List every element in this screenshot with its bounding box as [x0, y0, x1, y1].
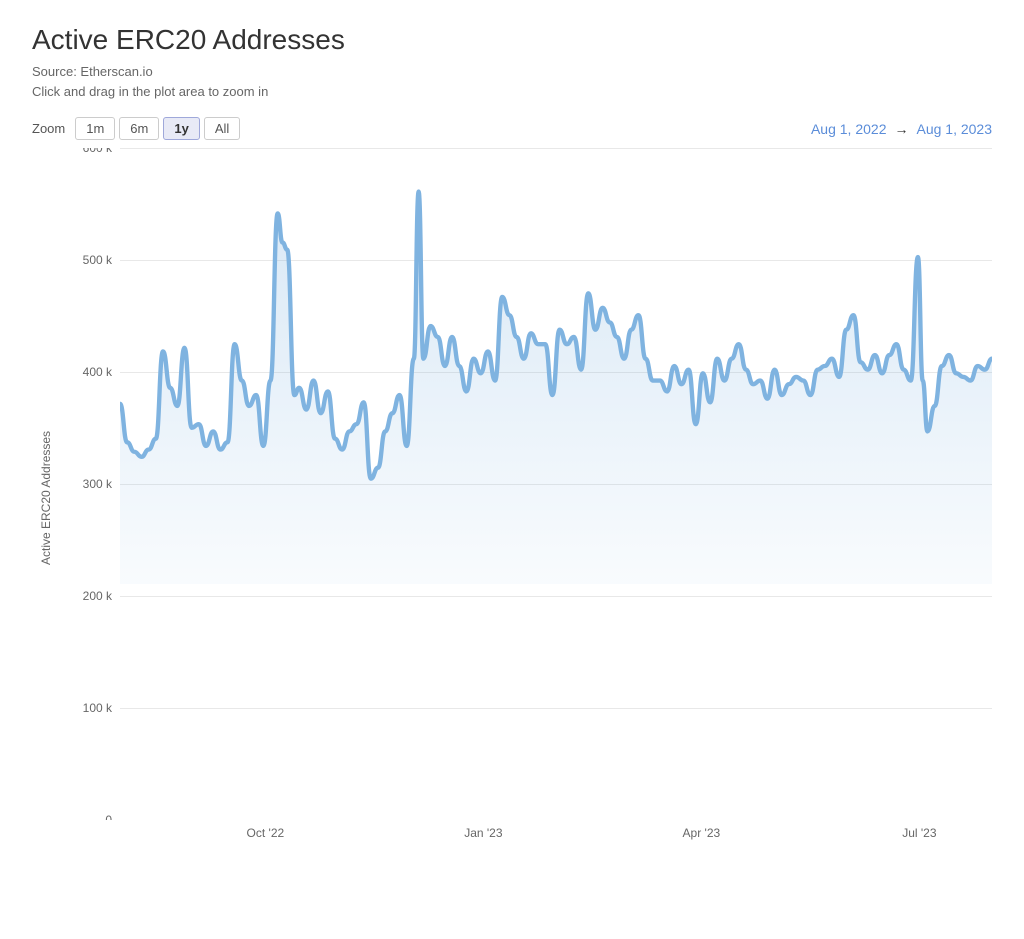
- y-tick: 200 k: [83, 589, 112, 603]
- date-range: Aug 1, 2022 → Aug 1, 2023: [811, 121, 992, 137]
- y-axis-label: Active ERC20 Addresses: [32, 148, 60, 848]
- page-title: Active ERC20 Addresses: [32, 24, 992, 56]
- x-axis: Oct '22 Jan '23 Apr '23 Jul '23: [120, 820, 992, 848]
- zoom-1m-button[interactable]: 1m: [75, 117, 115, 140]
- grid-line: [120, 708, 992, 709]
- zoom-1y-button[interactable]: 1y: [163, 117, 199, 140]
- y-tick: 0: [105, 813, 112, 820]
- date-from: Aug 1, 2022: [811, 121, 887, 137]
- x-tick: Jan '23: [464, 826, 502, 840]
- plot-area[interactable]: 600 k 500 k 400 k 300 k 200 k 100 k 0: [60, 148, 992, 820]
- zoom-6m-button[interactable]: 6m: [119, 117, 159, 140]
- zoom-label: Zoom: [32, 121, 65, 136]
- controls-row: Zoom 1m 6m 1y All Aug 1, 2022 → Aug 1, 2…: [32, 117, 992, 140]
- y-tick: 100 k: [83, 701, 112, 715]
- grid-line: [120, 596, 992, 597]
- source-line: Source: Etherscan.io: [32, 62, 992, 82]
- chart-source: Source: Etherscan.io Click and drag in t…: [32, 62, 992, 101]
- x-tick: Oct '22: [247, 826, 285, 840]
- zoom-all-button[interactable]: All: [204, 117, 240, 140]
- zoom-group: Zoom 1m 6m 1y All: [32, 117, 240, 140]
- y-tick: 600 k: [83, 148, 112, 155]
- date-arrow: →: [894, 121, 908, 137]
- drag-hint: Click and drag in the plot area to zoom …: [32, 82, 992, 102]
- x-tick: Jul '23: [902, 826, 936, 840]
- y-tick: 300 k: [83, 477, 112, 491]
- y-tick-labels: 600 k 500 k 400 k 300 k 200 k 100 k 0: [60, 148, 118, 820]
- chart-inner: 600 k 500 k 400 k 300 k 200 k 100 k 0 Oct '22 J…: [60, 148, 992, 848]
- chart-wrap: Active ERC20 Addresses 600 k 500 k 400 k 30…: [32, 148, 992, 848]
- y-tick: 400 k: [83, 365, 112, 379]
- chart-svg: [120, 148, 992, 584]
- y-tick: 500 k: [83, 253, 112, 267]
- date-to: Aug 1, 2023: [916, 121, 992, 137]
- x-tick: Apr '23: [683, 826, 721, 840]
